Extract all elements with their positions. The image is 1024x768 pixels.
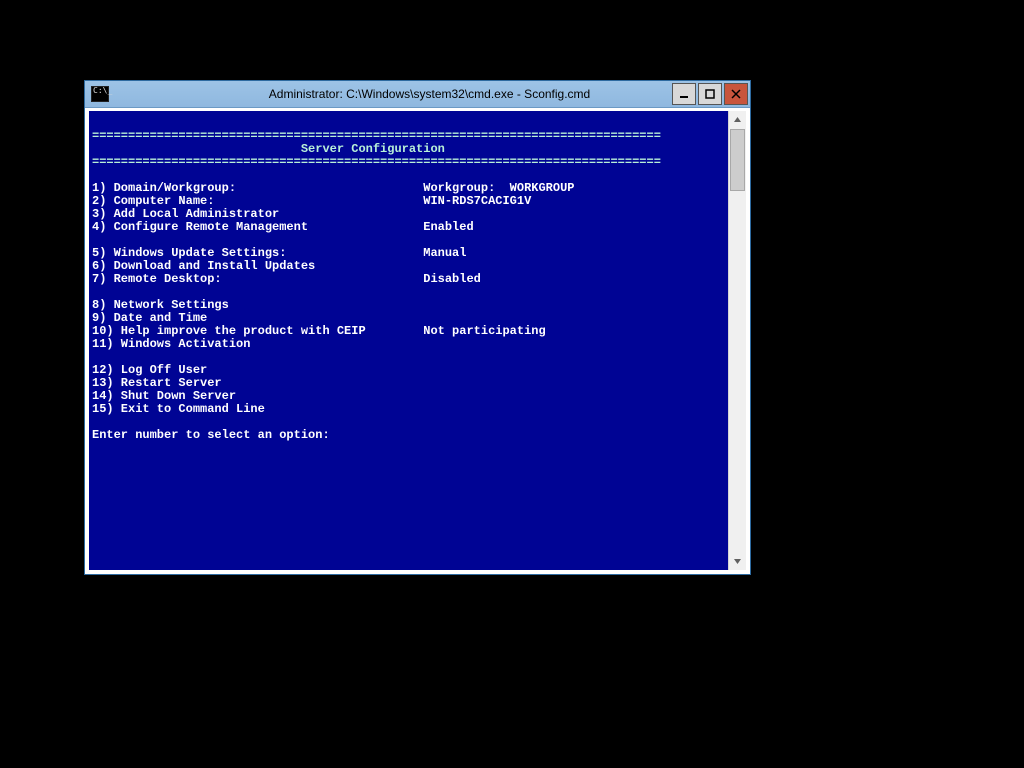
maximize-icon — [705, 89, 715, 99]
console-area[interactable]: ========================================… — [89, 111, 728, 570]
system-menu-icon[interactable] — [91, 86, 109, 102]
client-area: ========================================… — [89, 111, 746, 570]
scroll-thumb[interactable] — [730, 129, 745, 191]
scroll-up-button[interactable] — [729, 111, 746, 128]
console-output: ========================================… — [92, 117, 728, 442]
minimize-icon — [679, 89, 689, 99]
titlebar[interactable]: Administrator: C:\Windows\system32\cmd.e… — [85, 81, 750, 108]
close-icon — [731, 89, 741, 99]
cmd-window: Administrator: C:\Windows\system32\cmd.e… — [84, 80, 751, 575]
scroll-down-button[interactable] — [729, 553, 746, 570]
window-title: Administrator: C:\Windows\system32\cmd.e… — [115, 87, 750, 101]
maximize-button[interactable] — [698, 83, 722, 105]
close-button[interactable] — [724, 83, 748, 105]
window-controls — [670, 83, 748, 105]
minimize-button[interactable] — [672, 83, 696, 105]
chevron-down-icon — [733, 557, 742, 566]
vertical-scrollbar[interactable] — [728, 111, 746, 570]
chevron-up-icon — [733, 115, 742, 124]
